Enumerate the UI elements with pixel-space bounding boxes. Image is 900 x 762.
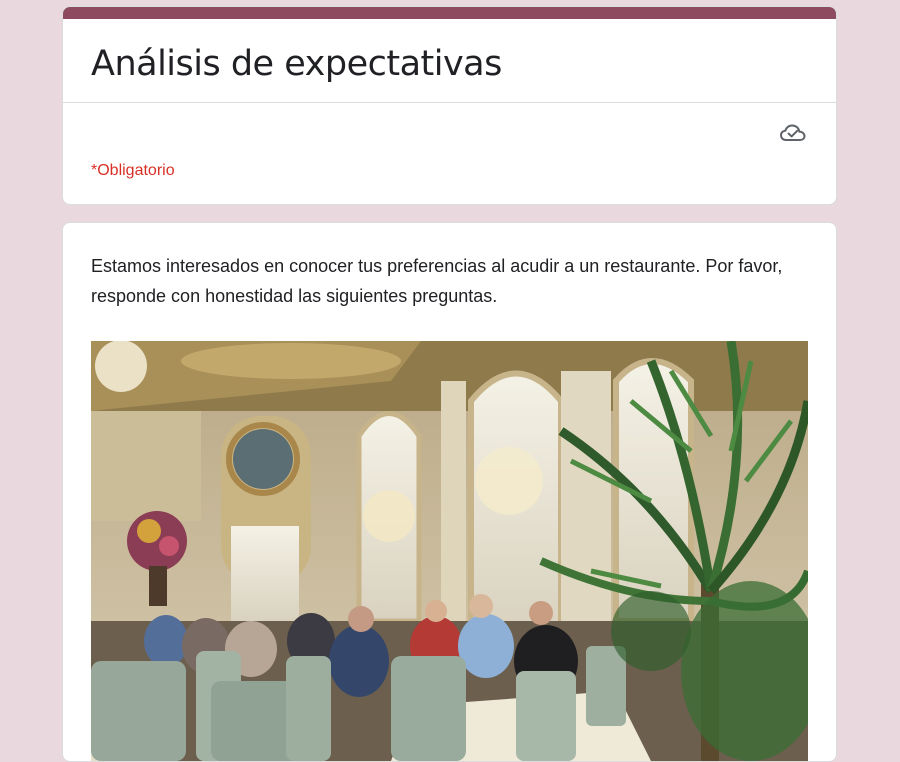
cloud-check-icon[interactable] — [779, 121, 807, 145]
form-title: Análisis de expectativas — [91, 44, 502, 84]
header-divider — [63, 102, 836, 103]
form-description-card: Estamos interesados en conocer tus prefe… — [62, 222, 837, 762]
restaurant-photo — [91, 341, 808, 761]
theme-accent-bar — [63, 7, 836, 19]
required-note: *Obligatorio — [91, 162, 175, 179]
form-header-card: Análisis de expectativas *Obligatorio — [62, 6, 837, 205]
form-description: Estamos interesados en conocer tus prefe… — [91, 256, 783, 306]
